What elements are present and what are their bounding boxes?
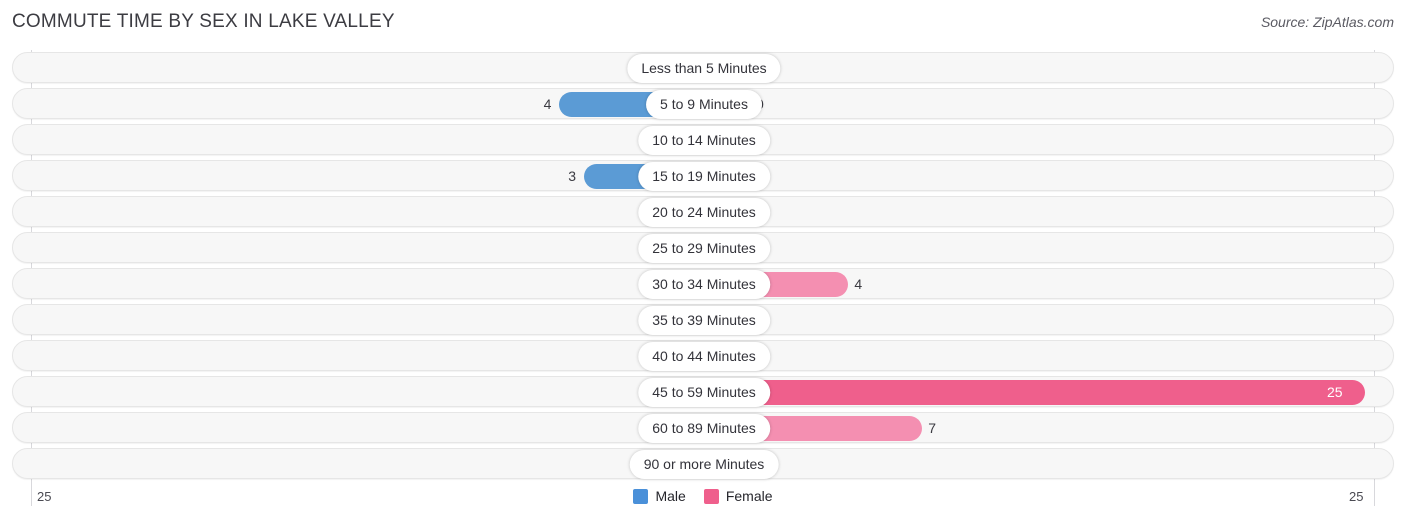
legend-item-male[interactable]: Male (633, 488, 686, 504)
category-label: 60 to 89 Minutes (638, 414, 770, 443)
legend-swatch-icon (703, 488, 719, 504)
chart-plot-area: 00Less than 5 Minutes 405 to 9 Minutes 001… (0, 50, 1406, 506)
chart-legend: Male Female (0, 488, 1406, 504)
table-row: 0430 to 34 Minutes (12, 268, 1394, 299)
bar-female (704, 380, 1365, 405)
table-row: 0760 to 89 Minutes (12, 412, 1394, 443)
category-label: 45 to 59 Minutes (638, 378, 770, 407)
table-row: 0090 or more Minutes (12, 448, 1394, 479)
bar-value-male: 4 (543, 96, 552, 112)
bar-value-female: 25 (1327, 384, 1343, 400)
page-title: COMMUTE TIME BY SEX IN LAKE VALLEY (12, 11, 395, 32)
legend-swatch-icon (633, 488, 649, 504)
table-row: 00Less than 5 Minutes (12, 52, 1394, 83)
bar-value-female: 7 (928, 420, 936, 436)
table-row: 405 to 9 Minutes (12, 88, 1394, 119)
category-label: 35 to 39 Minutes (638, 306, 770, 335)
category-label: 25 to 29 Minutes (638, 234, 770, 263)
table-row: 0010 to 14 Minutes (12, 124, 1394, 155)
legend-label: Female (725, 488, 773, 504)
source-attribution: Source: ZipAtlas.com (1260, 14, 1394, 30)
bar-value-female: 4 (854, 276, 863, 292)
table-row: 0040 to 44 Minutes (12, 340, 1394, 371)
category-label: 90 or more Minutes (629, 450, 779, 479)
category-label: Less than 5 Minutes (627, 54, 781, 83)
table-row: 0035 to 39 Minutes (12, 304, 1394, 335)
category-label: 40 to 44 Minutes (638, 342, 770, 371)
table-row: 3015 to 19 Minutes (12, 160, 1394, 191)
chart-root: COMMUTE TIME BY SEX IN LAKE VALLEY Sourc… (0, 0, 1406, 523)
table-row: 0025 to 29 Minutes (12, 232, 1394, 263)
legend-label: Male (655, 488, 686, 504)
category-label: 5 to 9 Minutes (646, 90, 762, 119)
table-row: 0020 to 24 Minutes (12, 196, 1394, 227)
category-label: 20 to 24 Minutes (638, 198, 770, 227)
bar-value-male: 3 (568, 168, 577, 184)
legend-item-female[interactable]: Female (703, 488, 773, 504)
category-label: 10 to 14 Minutes (638, 126, 770, 155)
table-row: 02545 to 59 Minutes (12, 376, 1394, 407)
category-label: 15 to 19 Minutes (638, 162, 770, 191)
category-label: 30 to 34 Minutes (638, 270, 770, 299)
